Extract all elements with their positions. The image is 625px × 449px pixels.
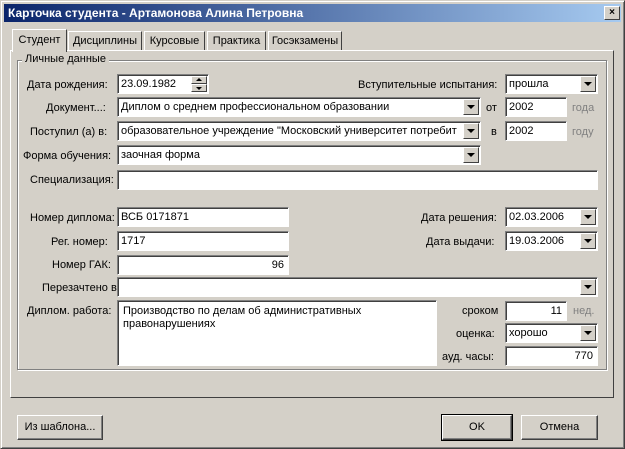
aud-hours-value: 770 [574,350,593,362]
grade-select[interactable]: хорошо [505,323,598,343]
birth-date-input[interactable]: 23.09.1982 [117,74,209,94]
title-bar[interactable]: Карточка студента - Артамонова Алина Пет… [4,4,621,22]
transferred-label: Перезачтено в: [42,282,120,294]
cancel-label: Отмена [539,421,580,433]
study-form-select[interactable]: заочная форма [117,145,481,165]
admitted-label: Поступил (а) в: [30,126,108,138]
tab-disciplines[interactable]: Дисциплины [68,31,142,51]
thesis-textarea[interactable]: Производство по делам об административны… [117,300,437,366]
issue-date-label: Дата выдачи: [426,236,495,248]
close-icon: × [609,7,615,18]
ok-button[interactable]: OK [441,414,513,441]
thesis-label: Диплом. работа: [27,305,112,317]
aud-hours-input[interactable]: 770 [505,346,598,366]
gak-number-input[interactable]: 96 [117,255,289,275]
close-button[interactable]: × [604,6,620,20]
specialization-label: Специализация: [30,174,114,186]
diploma-number-input[interactable]: ВСБ 0171871 [117,207,289,227]
tab-label: Практика [212,35,261,47]
diploma-number-value: ВСБ 0171871 [121,211,190,223]
admitted-year-value: 2002 [509,125,534,137]
study-form-label: Форма обучения: [23,150,112,162]
diploma-number-label: Номер диплома: [30,212,115,224]
tab-practice[interactable]: Практика [207,31,266,51]
gak-number-value: 96 [271,259,284,271]
reg-number-value: 1717 [121,235,146,247]
admitted-year-input[interactable]: 2002 [505,121,567,141]
tab-coursework[interactable]: Курсовые [144,31,205,51]
entrance-select[interactable]: прошла [505,74,598,94]
spin-down-icon[interactable] [191,84,207,92]
issue-date-picker[interactable]: 19.03.2006 [505,231,598,251]
cancel-button[interactable]: Отмена [521,415,598,440]
grade-label: оценка: [456,328,495,340]
reg-number-input[interactable]: 1717 [117,231,289,251]
term-value: 11 [550,305,562,317]
document-value: Диплом о среднем профессиональном образо… [121,101,390,113]
study-form-value: заочная форма [121,149,200,161]
decision-date-label: Дата решения: [421,212,497,224]
chevron-down-icon[interactable] [580,279,596,295]
tab-label: Студент [18,34,61,46]
decision-date-picker[interactable]: 02.03.2006 [505,207,598,227]
ok-label: OK [469,421,485,433]
document-label: Документ...: [46,102,106,114]
chevron-down-icon[interactable] [580,325,596,341]
chevron-down-icon[interactable] [463,123,479,139]
chevron-down-icon[interactable] [580,76,596,92]
document-select[interactable]: Диплом о среднем профессиональном образо… [117,97,481,117]
entrance-label: Вступительные испытания: [358,79,498,91]
admitted-value: образовательное учреждение "Московский у… [121,125,457,137]
admitted-select[interactable]: образовательное учреждение "Московский у… [117,121,481,141]
term-label: сроком [462,305,499,317]
tab-state-exams[interactable]: Госэкзамены [268,31,342,51]
chevron-down-icon[interactable] [580,209,596,225]
chevron-down-icon[interactable] [463,99,479,115]
group-legend: Личные данные [22,53,109,65]
tab-label: Госэкзамены [271,35,339,47]
term-input[interactable]: 11 [505,301,567,321]
transferred-select[interactable] [117,277,598,297]
chevron-down-icon[interactable] [463,147,479,163]
document-year-input[interactable]: 2002 [505,97,567,117]
admitted-in-label: в [491,126,497,138]
document-from-label: от [486,102,497,114]
window-title: Карточка студента - Артамонова Алина Пет… [8,6,304,20]
birth-date-label: Дата рождения: [27,79,108,91]
specialization-input[interactable] [117,170,598,190]
document-year-suffix: года [572,102,595,114]
tab-label: Курсовые [149,35,200,47]
tab-student[interactable]: Студент [12,29,67,52]
tab-label: Дисциплины [72,35,138,47]
spin-up-icon[interactable] [191,76,207,84]
from-template-button[interactable]: Из шаблона... [17,415,103,440]
chevron-down-icon[interactable] [580,233,596,249]
gak-number-label: Номер ГАК: [52,259,111,271]
term-unit: нед. [573,305,595,317]
document-year-value: 2002 [509,101,534,113]
aud-hours-label: ауд. часы: [442,351,494,363]
from-template-label: Из шаблона... [24,421,96,433]
admitted-year-suffix: году [572,126,594,138]
thesis-value: Производство по делам об административны… [123,305,362,330]
reg-number-label: Рег. номер: [51,236,108,248]
